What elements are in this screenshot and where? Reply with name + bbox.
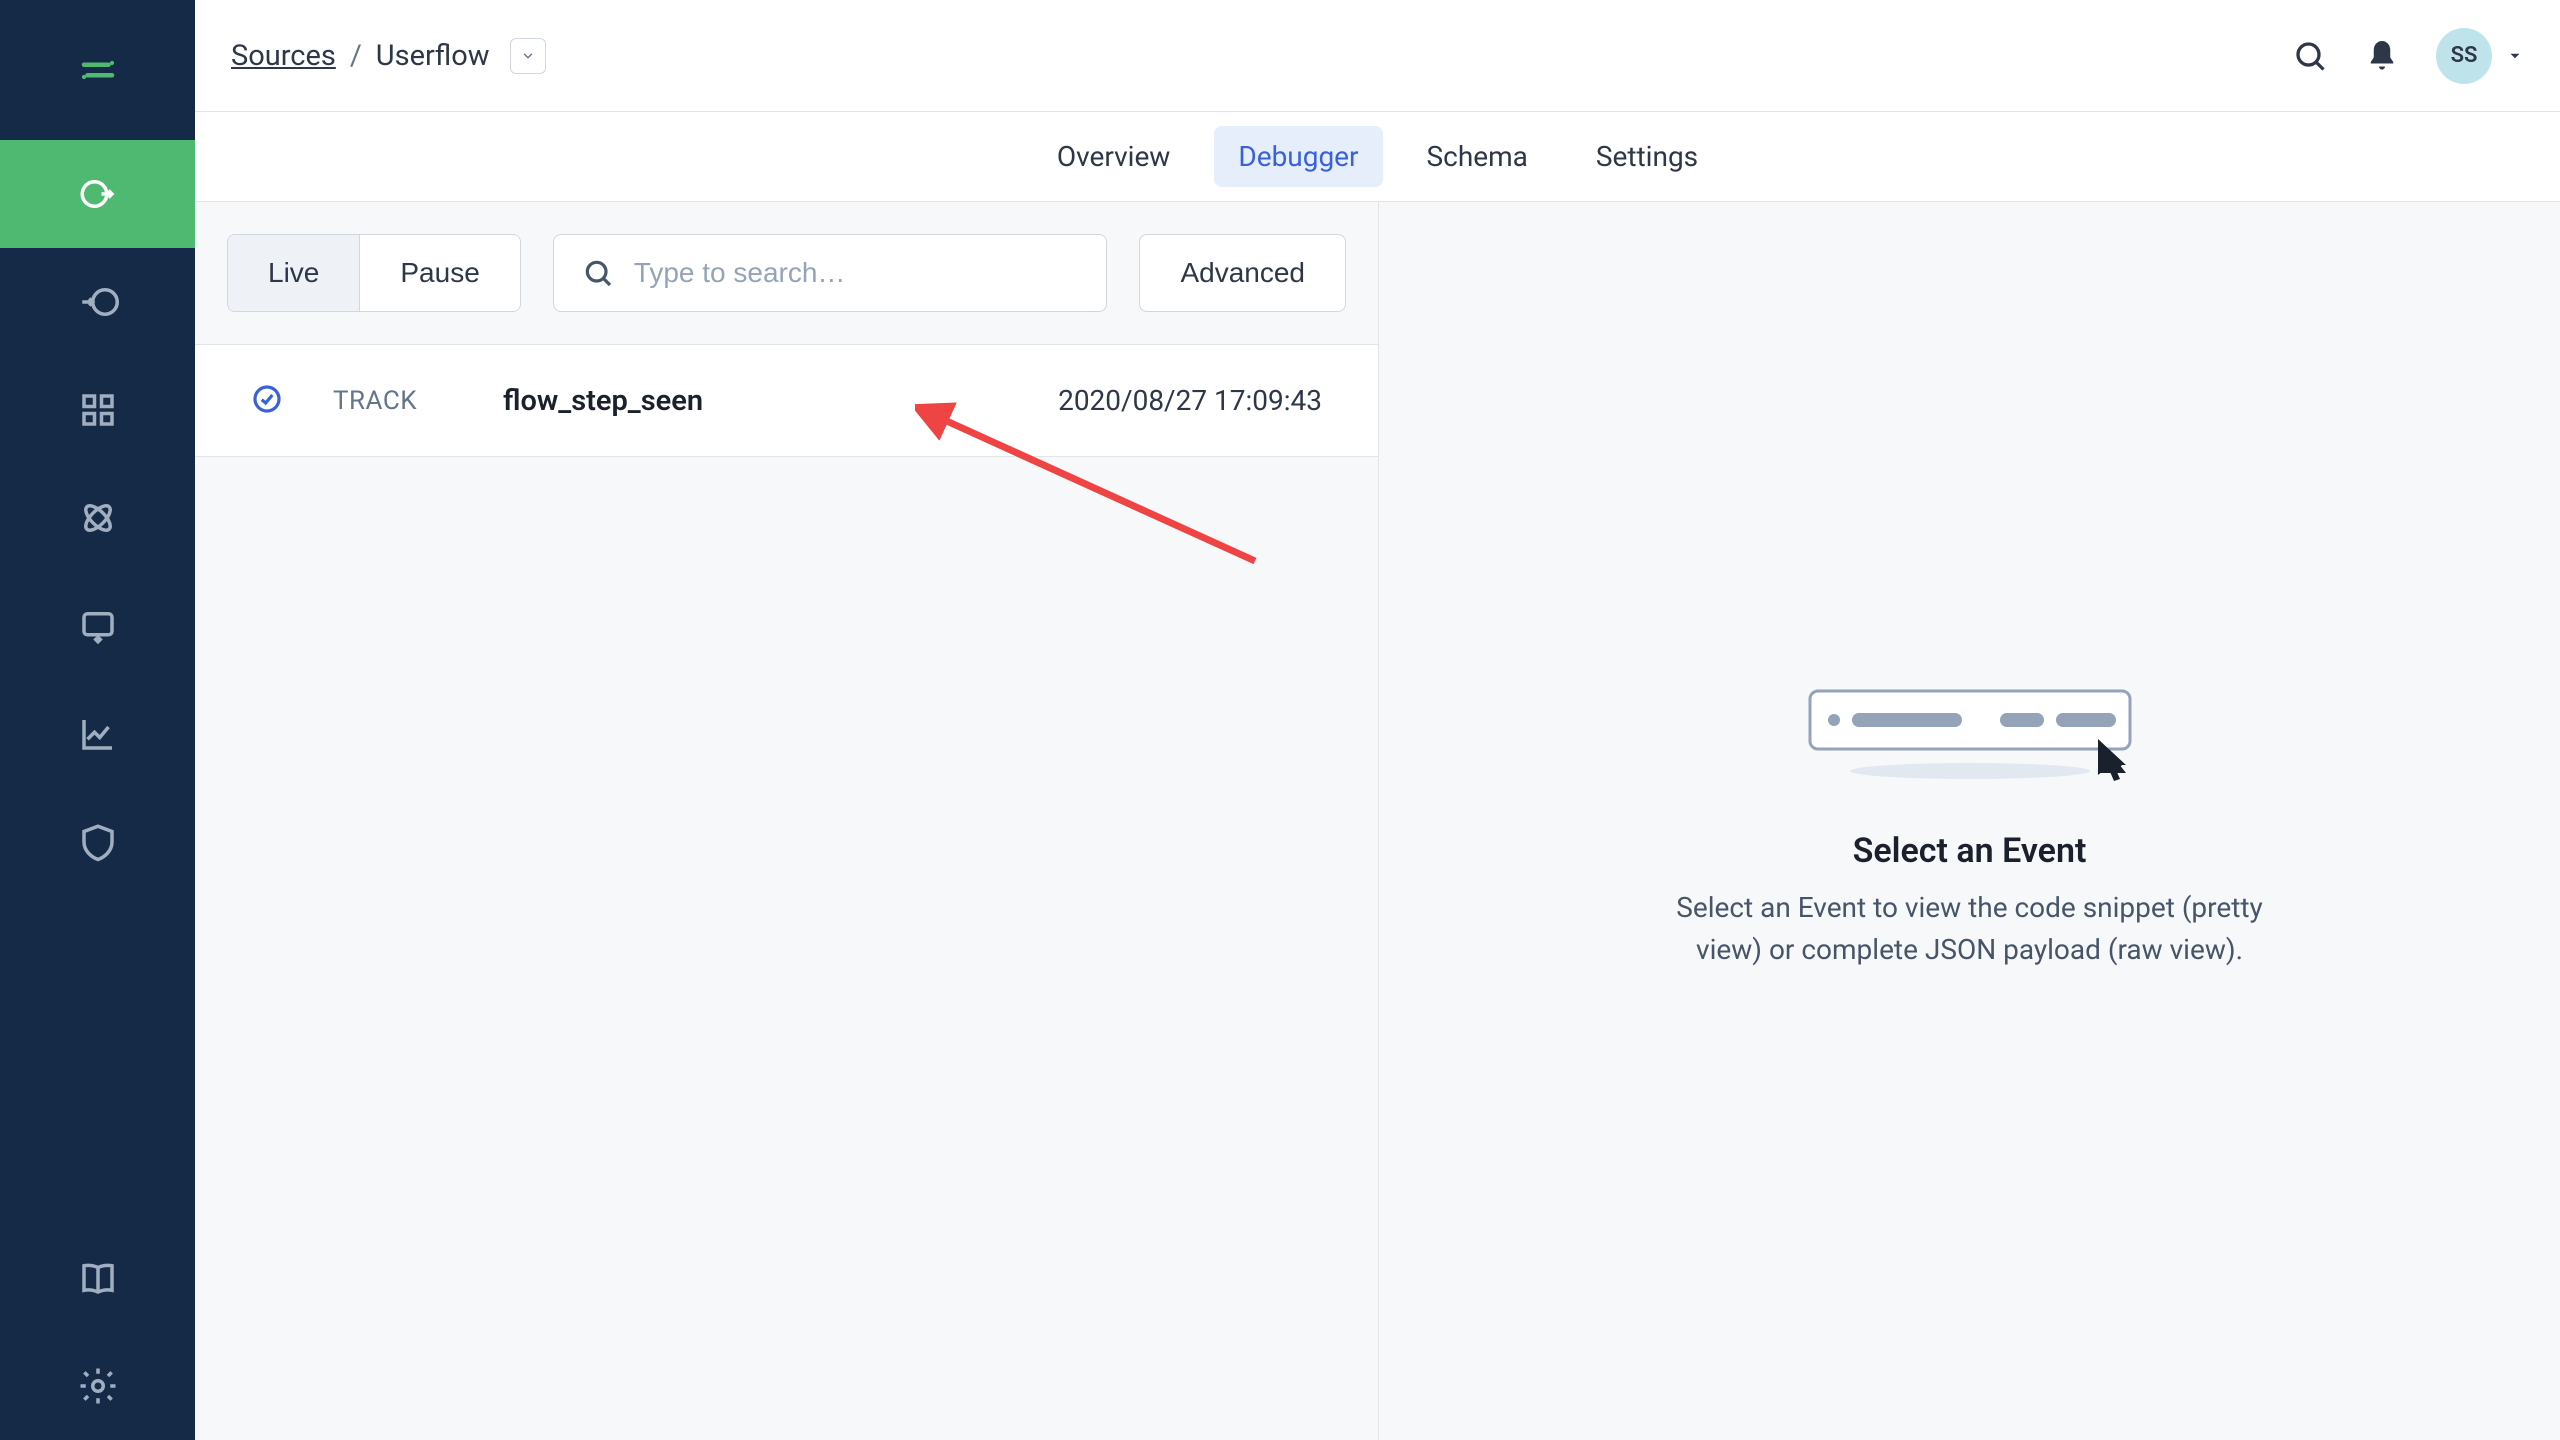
breadcrumb-root-link[interactable]: Sources — [231, 39, 336, 73]
event-timestamp: 2020/08/27 17:09:43 — [1058, 384, 1322, 417]
breadcrumb-current: Userflow — [376, 39, 490, 73]
atom-icon — [77, 497, 119, 539]
event-search-input[interactable] — [634, 257, 1079, 289]
empty-state-description: Select an Event to view the code snippet… — [1650, 887, 2290, 971]
notifications-button[interactable] — [2364, 38, 2400, 74]
content-split: Live Pause Advanced TRACK flow_step_seen… — [195, 202, 2560, 1440]
breadcrumb-dropdown-toggle[interactable] — [510, 38, 546, 74]
shield-icon — [77, 821, 119, 863]
live-button[interactable]: Live — [228, 235, 359, 311]
search-icon — [582, 257, 614, 289]
annotation-arrow — [915, 401, 1275, 581]
nav-item-protocols[interactable] — [0, 464, 195, 572]
live-pause-toggle: Live Pause — [227, 234, 521, 312]
event-row[interactable]: TRACK flow_step_seen 2020/08/27 17:09:43 — [195, 345, 1378, 457]
event-name: flow_step_seen — [503, 384, 1008, 418]
event-detail-panel: Select an Event Select an Event to view … — [1379, 202, 2560, 1440]
topbar: Sources / Userflow SS — [195, 0, 2560, 112]
nav-item-privacy[interactable] — [0, 788, 195, 896]
sources-icon — [77, 173, 119, 215]
main-area: Sources / Userflow SS Overview Debugger … — [195, 0, 2560, 1440]
nav-item-destinations[interactable] — [0, 248, 195, 356]
event-status-icon — [251, 383, 283, 419]
event-stream-panel: Live Pause Advanced TRACK flow_step_seen… — [195, 202, 1379, 1440]
nav-item-analytics[interactable] — [0, 680, 195, 788]
advanced-button[interactable]: Advanced — [1139, 234, 1346, 312]
check-circle-icon — [251, 383, 283, 415]
nav-item-connections[interactable] — [0, 572, 195, 680]
user-menu[interactable]: SS — [2436, 28, 2524, 84]
chevron-down-icon — [2506, 47, 2524, 65]
empty-state: Select an Event Select an Event to view … — [1650, 671, 2290, 971]
gear-icon — [77, 1365, 119, 1407]
event-search[interactable] — [553, 234, 1108, 312]
breadcrumb-separator: / — [350, 39, 362, 73]
debugger-controls: Live Pause Advanced — [195, 202, 1378, 312]
nav-item-catalog[interactable] — [0, 356, 195, 464]
grid-icon — [77, 389, 119, 431]
tab-schema[interactable]: Schema — [1403, 126, 1552, 187]
empty-state-title: Select an Event — [1650, 831, 2290, 871]
event-list: TRACK flow_step_seen 2020/08/27 17:09:43 — [195, 344, 1378, 457]
segment-logo-icon — [77, 49, 119, 91]
search-button[interactable] — [2292, 38, 2328, 74]
brand-logo — [0, 0, 195, 140]
nav-item-docs[interactable] — [0, 1224, 195, 1332]
pause-button[interactable]: Pause — [359, 235, 519, 311]
event-type-label: TRACK — [333, 386, 453, 416]
destinations-icon — [77, 281, 119, 323]
analytics-icon — [77, 713, 119, 755]
nav-item-sources[interactable] — [0, 140, 195, 248]
source-tabs: Overview Debugger Schema Settings — [195, 112, 2560, 202]
nav-item-settings[interactable] — [0, 1332, 195, 1440]
avatar: SS — [2436, 28, 2492, 84]
book-icon — [77, 1257, 119, 1299]
chevron-down-icon — [521, 49, 535, 63]
card-arrow-icon — [77, 605, 119, 647]
tab-debugger[interactable]: Debugger — [1214, 126, 1382, 187]
breadcrumb: Sources / Userflow — [231, 38, 546, 74]
empty-state-illustration — [1650, 671, 2290, 791]
bell-icon — [2364, 38, 2400, 74]
tab-settings[interactable]: Settings — [1572, 126, 1722, 187]
topbar-actions: SS — [2292, 28, 2524, 84]
nav-rail — [0, 0, 195, 1440]
tab-overview[interactable]: Overview — [1033, 126, 1195, 187]
search-icon — [2292, 38, 2328, 74]
